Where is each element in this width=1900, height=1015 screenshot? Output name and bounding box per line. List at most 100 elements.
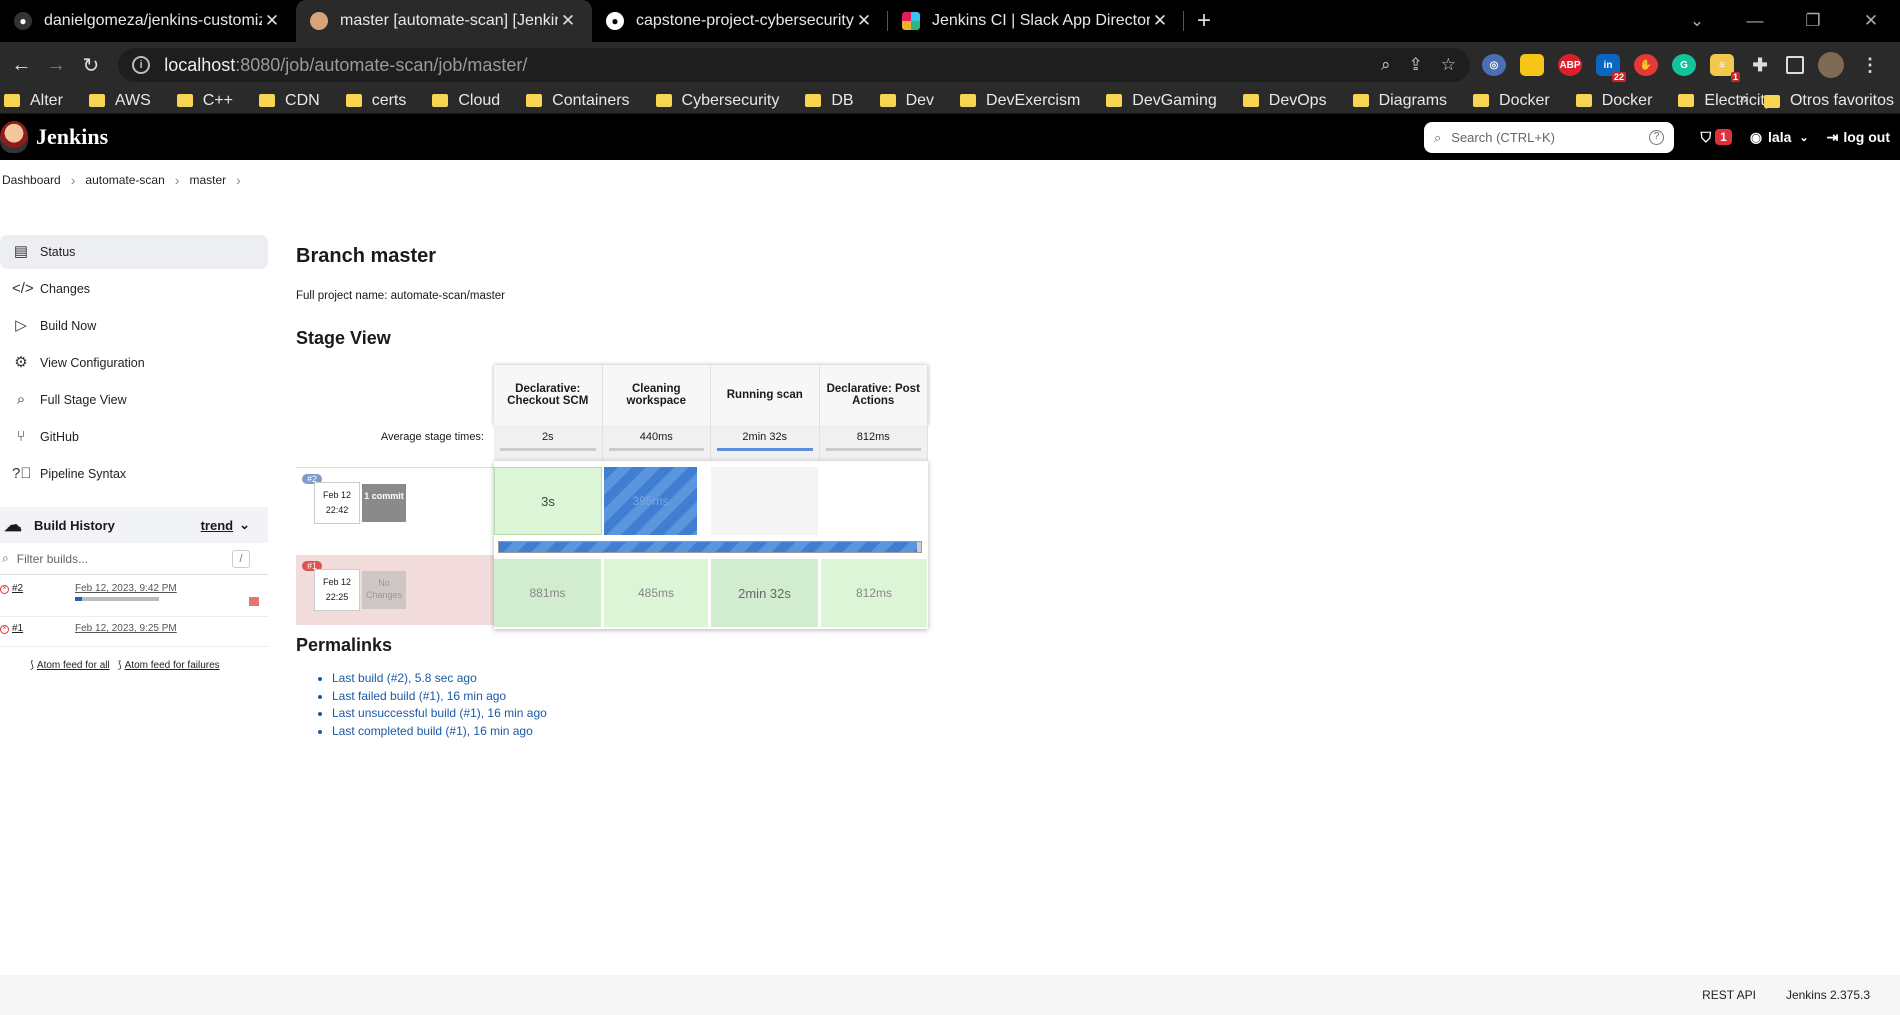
build-number-link[interactable]: #1 xyxy=(12,623,23,634)
bookmark-folder[interactable]: CDN xyxy=(259,92,320,110)
build-date-link[interactable]: Feb 12, 2023, 9:25 PM xyxy=(75,623,177,634)
forward-icon[interactable]: → xyxy=(39,54,74,77)
bookmark-folder[interactable]: C++ xyxy=(176,92,233,110)
run-label[interactable]: #2 Feb 12 22:42 1 commit xyxy=(296,467,494,537)
profile-avatar[interactable] xyxy=(1818,52,1844,78)
stage-cell[interactable]: 881ms xyxy=(494,559,602,627)
browser-tab-active[interactable]: master [automate-scan] [Jenkins] ✕ xyxy=(296,0,592,42)
menu-kebab-icon[interactable]: ⋮ xyxy=(1858,54,1882,76)
browser-tab[interactable]: Jenkins CI | Slack App Directory ✕ xyxy=(888,0,1184,42)
permalink[interactable]: Last build (#2), 5.8 sec ago xyxy=(332,670,1296,688)
sidebar-item-view-configuration[interactable]: ⚙ View Configuration xyxy=(0,346,268,380)
bookmark-folder[interactable]: Electricity xyxy=(1678,92,1773,110)
bookmark-folder[interactable]: Cloud xyxy=(432,92,500,110)
user-menu[interactable]: lala xyxy=(1768,129,1791,145)
extension-keep-icon[interactable] xyxy=(1520,54,1544,76)
extension-abp-icon[interactable]: ABP xyxy=(1558,54,1582,76)
new-tab-icon[interactable]: + xyxy=(1184,7,1224,35)
abort-build-icon[interactable] xyxy=(249,597,259,606)
build-row[interactable]: × #1 Feb 12, 2023, 9:25 PM xyxy=(0,617,268,647)
sidebar-item-changes[interactable]: </> Changes xyxy=(0,272,268,306)
side-panel-icon[interactable] xyxy=(1786,56,1804,74)
help-icon[interactable]: ? xyxy=(1649,130,1664,145)
back-icon[interactable]: ← xyxy=(4,54,39,77)
extensions-puzzle-icon[interactable]: ✚ xyxy=(1748,54,1772,76)
bookmark-folder[interactable]: certs xyxy=(345,92,406,110)
extension-notes-icon[interactable]: ≡ 1 xyxy=(1710,54,1740,82)
bookmark-folder[interactable]: Docker xyxy=(1473,92,1550,110)
extension-grammarly-icon[interactable]: G xyxy=(1672,54,1696,76)
stage-cell[interactable]: 2min 32s xyxy=(711,559,819,627)
bookmark-folder[interactable]: Dev xyxy=(879,92,934,110)
search-input[interactable]: ⌕ Search (CTRL+K) ? xyxy=(1424,122,1674,153)
bookmark-folder[interactable]: Alter xyxy=(4,92,63,110)
extension-sync-icon[interactable]: ◎ xyxy=(1482,54,1506,76)
build-row[interactable]: × #2 Feb 12, 2023, 9:42 PM xyxy=(0,575,268,617)
url-text[interactable]: localhost:8080/job/automate-scan/job/mas… xyxy=(164,55,1363,76)
jenkins-logo[interactable]: Jenkins xyxy=(0,121,108,153)
breadcrumb-dashboard[interactable]: Dashboard xyxy=(2,173,61,187)
bookmark-folder[interactable]: Cybersecurity xyxy=(655,92,779,110)
reload-icon[interactable]: ↻ xyxy=(73,53,108,78)
close-window-icon[interactable]: ✕ xyxy=(1842,0,1900,42)
logout-link[interactable]: log out xyxy=(1843,129,1890,145)
build-date-link[interactable]: Feb 12, 2023, 9:42 PM xyxy=(75,583,177,594)
sidebar-item-github[interactable]: ⑂ GitHub xyxy=(0,420,268,454)
tab-search-icon[interactable]: ⌄ xyxy=(1668,0,1726,42)
sidebar-item-build-now[interactable]: ▷ Build Now xyxy=(0,309,268,343)
run-label[interactable]: #1 Feb 12 22:25 No Changes xyxy=(296,555,494,625)
close-tab-icon[interactable]: ✕ xyxy=(854,11,874,31)
close-tab-icon[interactable]: ✕ xyxy=(1150,11,1170,31)
permalink[interactable]: Last unsuccessful build (#1), 16 min ago xyxy=(332,705,1296,723)
zoom-icon[interactable]: ⌕ xyxy=(1381,55,1391,75)
restore-icon[interactable]: ❐ xyxy=(1784,0,1842,42)
rest-api-link[interactable]: REST API xyxy=(1702,988,1756,1002)
chevron-down-icon[interactable]: ⌄ xyxy=(1799,131,1808,144)
bookmark-folder[interactable]: DevGaming xyxy=(1106,92,1217,110)
site-info-icon[interactable]: i xyxy=(132,56,151,74)
stage-headers: Declarative: Checkout SCM Cleaning works… xyxy=(494,365,928,425)
bookmark-folder[interactable]: AWS xyxy=(88,92,151,110)
bookmark-folder[interactable]: Containers xyxy=(526,92,630,110)
breadcrumb-automate-scan[interactable]: automate-scan xyxy=(85,173,164,187)
close-tab-icon[interactable]: ✕ xyxy=(262,11,282,31)
close-tab-icon[interactable]: ✕ xyxy=(558,11,578,31)
bookmark-folder[interactable]: DevOps xyxy=(1242,92,1327,110)
stage-cell-running[interactable]: 395ms xyxy=(604,467,698,535)
jenkins-version[interactable]: Jenkins 2.375.3 xyxy=(1786,988,1870,1002)
browser-tab[interactable]: ● capstone-project-cybersecurity/a ✕ xyxy=(592,0,888,42)
trend-link[interactable]: trend xyxy=(201,518,234,533)
bookmark-folder[interactable]: Diagrams xyxy=(1352,92,1447,110)
sidebar-item-pipeline-syntax[interactable]: ?⃝ Pipeline Syntax xyxy=(0,457,268,491)
build-number-link[interactable]: #2 xyxy=(12,583,23,594)
chevron-down-icon[interactable]: ⌄ xyxy=(239,517,250,533)
extension-stop-icon[interactable]: ✋ xyxy=(1634,54,1658,76)
search-icon: ⌕ xyxy=(1434,129,1442,145)
minimize-icon[interactable]: — xyxy=(1726,0,1784,42)
permalink[interactable]: Last completed build (#1), 16 min ago xyxy=(332,723,1296,741)
stage-cell[interactable]: 812ms xyxy=(821,559,928,627)
sidebar-item-status[interactable]: ▤ Status xyxy=(0,235,268,269)
stage-cell[interactable]: 485ms xyxy=(604,559,709,627)
feed-failures-link[interactable]: Atom feed for failures xyxy=(125,660,220,671)
stage-cell[interactable]: 3s xyxy=(494,467,602,535)
run-changes[interactable]: 1 commit xyxy=(362,484,406,522)
permalink[interactable]: Last failed build (#1), 16 min ago xyxy=(332,688,1296,706)
feed-all-link[interactable]: Atom feed for all xyxy=(37,660,110,671)
filter-builds-input[interactable]: ⌕ Filter builds... / xyxy=(0,543,268,575)
gear-icon: ⚙ xyxy=(14,354,28,371)
bookmark-folder[interactable]: DevExercism xyxy=(960,92,1080,110)
shield-icon[interactable]: ⛉ xyxy=(1701,129,1712,146)
extension-linkedin-icon[interactable]: in 22 xyxy=(1596,54,1626,82)
security-badge[interactable]: 1 xyxy=(1715,129,1732,145)
breadcrumb-master[interactable]: master xyxy=(189,173,226,187)
bookmarks-overflow-icon[interactable]: » xyxy=(1739,90,1748,108)
browser-tab[interactable]: ● danielgomeza/jenkins-customize ✕ xyxy=(0,0,296,42)
bookmark-folder[interactable]: Docker xyxy=(1575,92,1652,110)
sidebar-item-full-stage-view[interactable]: ⌕ Full Stage View xyxy=(0,383,268,417)
bookmark-star-icon[interactable]: ☆ xyxy=(1441,55,1456,75)
other-bookmarks-folder[interactable]: Otros favoritos xyxy=(1763,92,1894,110)
address-bar[interactable]: i localhost:8080/job/automate-scan/job/m… xyxy=(118,48,1470,82)
bookmark-folder[interactable]: DB xyxy=(805,92,854,110)
share-icon[interactable]: ⇪ xyxy=(1409,55,1423,75)
